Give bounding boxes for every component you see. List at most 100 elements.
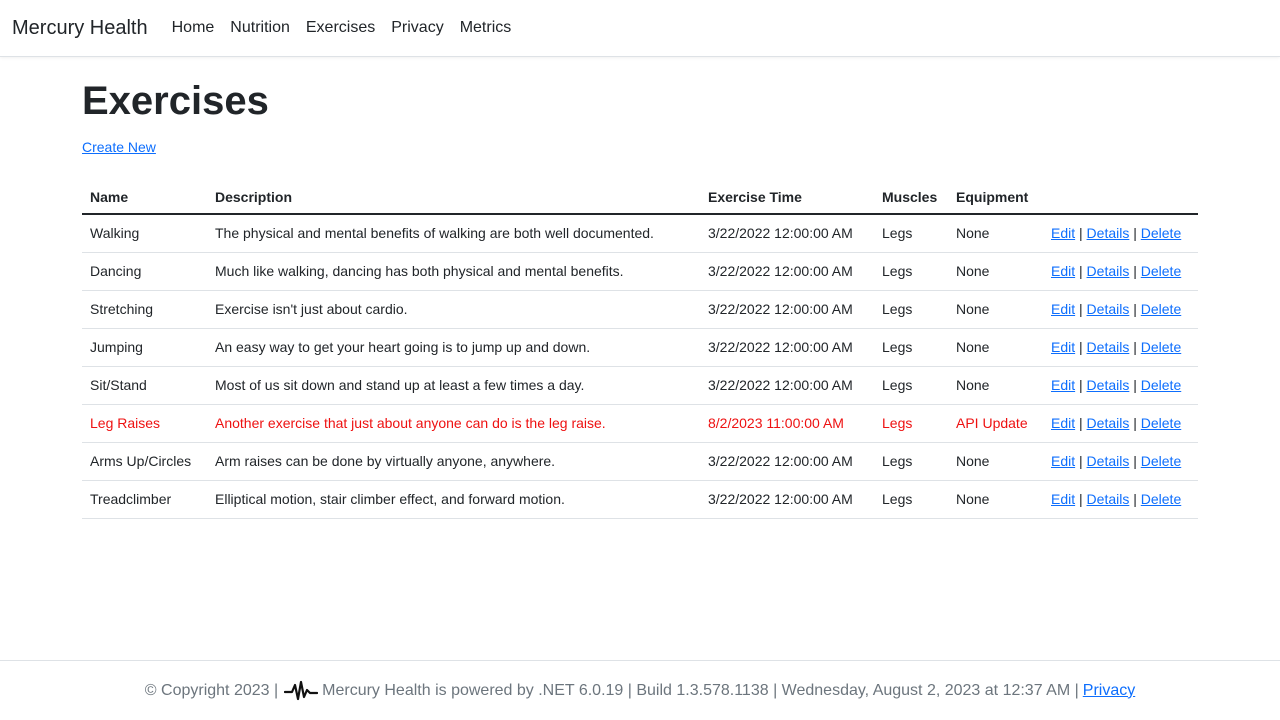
- delete-link[interactable]: Delete: [1141, 225, 1181, 241]
- nav-link-metrics[interactable]: Metrics: [460, 19, 512, 37]
- delete-link[interactable]: Delete: [1141, 263, 1181, 279]
- cell-exercise-time: 3/22/2022 12:00:00 AM: [700, 328, 874, 367]
- cell-equipment: None: [948, 480, 1043, 519]
- action-separator: |: [1079, 491, 1083, 507]
- cell-equipment: None: [948, 252, 1043, 291]
- table-header: Name Description Exercise Time Muscles E…: [82, 181, 1198, 215]
- cell-muscles: Legs: [874, 480, 948, 519]
- cell-muscles: Legs: [874, 328, 948, 367]
- action-separator: |: [1133, 225, 1137, 242]
- footer: © Copyright 2023 | Mercury Health is pow…: [0, 660, 1280, 720]
- nav-link-exercises[interactable]: Exercises: [306, 19, 375, 37]
- details-link[interactable]: Details: [1087, 415, 1130, 431]
- cell-name: Treadclimber: [82, 480, 207, 519]
- cell-exercise-time: 8/2/2023 11:00:00 AM: [700, 404, 874, 443]
- cell-muscles: Legs: [874, 214, 948, 253]
- table-row: Sit/Stand Most of us sit down and stand u…: [82, 366, 1198, 405]
- delete-link[interactable]: Delete: [1141, 301, 1181, 317]
- top-navbar: Mercury Health Home Nutrition Exercises …: [0, 0, 1280, 57]
- cell-muscles: Legs: [874, 404, 948, 443]
- table-row: Leg Raises Another exercise that just abo…: [82, 404, 1198, 443]
- delete-link[interactable]: Delete: [1141, 377, 1181, 393]
- action-separator: |: [1133, 339, 1137, 355]
- cell-equipment: None: [948, 214, 1043, 253]
- footer-privacy-link[interactable]: Privacy: [1083, 682, 1135, 700]
- edit-link[interactable]: Edit: [1051, 339, 1075, 355]
- create-new-link[interactable]: Create New: [82, 139, 156, 155]
- edit-link[interactable]: Edit: [1051, 301, 1075, 317]
- details-link[interactable]: Details: [1087, 339, 1130, 355]
- action-separator: |: [1133, 263, 1137, 279]
- nav-link-privacy[interactable]: Privacy: [391, 19, 443, 37]
- edit-link[interactable]: Edit: [1051, 377, 1075, 393]
- action-separator: |: [1079, 415, 1083, 431]
- delete-link[interactable]: Delete: [1141, 453, 1181, 469]
- action-separator: |: [1079, 339, 1083, 355]
- cell-description: Elliptical motion, stair climber effect,…: [207, 480, 700, 519]
- cell-name: Arms Up/Circles: [82, 442, 207, 481]
- action-separator: |: [1079, 301, 1083, 317]
- details-link[interactable]: Details: [1087, 453, 1130, 469]
- column-header-name: Name: [82, 181, 207, 215]
- cell-muscles: Legs: [874, 290, 948, 329]
- cell-description: Exercise isn't just about cardio.: [207, 290, 700, 329]
- cell-description: Another exercise that just about anyone …: [207, 404, 700, 443]
- cell-description: Most of us sit down and stand up at leas…: [207, 366, 700, 405]
- exercises-table: Name Description Exercise Time Muscles E…: [82, 181, 1198, 519]
- cell-actions: Edit | Details | Delete: [1043, 366, 1198, 405]
- brand-link[interactable]: Mercury Health: [12, 17, 148, 40]
- nav-link-nutrition[interactable]: Nutrition: [230, 19, 290, 37]
- edit-link[interactable]: Edit: [1051, 263, 1075, 279]
- nav-link-home[interactable]: Home: [172, 19, 215, 37]
- heartbeat-pulse-icon: [284, 680, 319, 700]
- cell-actions: Edit | Details | Delete: [1043, 328, 1198, 367]
- edit-link[interactable]: Edit: [1051, 225, 1075, 241]
- column-header-equipment: Equipment: [948, 181, 1043, 215]
- delete-link[interactable]: Delete: [1141, 491, 1181, 507]
- cell-actions: Edit | Details | Delete: [1043, 404, 1198, 443]
- cell-exercise-time: 3/22/2022 12:00:00 AM: [700, 214, 874, 253]
- cell-actions: Edit | Details | Delete: [1043, 214, 1198, 253]
- page-title: Exercises: [82, 79, 269, 123]
- cell-actions: Edit | Details | Delete: [1043, 480, 1198, 519]
- footer-text: Mercury Health is powered by .NET 6.0.19…: [322, 681, 1079, 699]
- cell-name: Walking: [82, 214, 207, 253]
- cell-equipment: API Update: [948, 404, 1043, 443]
- details-link[interactable]: Details: [1087, 301, 1130, 317]
- delete-link[interactable]: Delete: [1141, 415, 1181, 431]
- details-link[interactable]: Details: [1087, 263, 1130, 279]
- cell-description: Arm raises can be done by virtually anyo…: [207, 442, 700, 481]
- cell-actions: Edit | Details | Delete: [1043, 290, 1198, 329]
- action-separator: |: [1133, 453, 1137, 469]
- delete-link[interactable]: Delete: [1141, 339, 1181, 355]
- table-row: Jumping An easy way to get your heart goi…: [82, 328, 1198, 367]
- action-separator: |: [1133, 301, 1137, 317]
- cell-exercise-time: 3/22/2022 12:00:00 AM: [700, 442, 874, 481]
- edit-link[interactable]: Edit: [1051, 453, 1075, 469]
- action-separator: |: [1079, 377, 1083, 393]
- cell-exercise-time: 3/22/2022 12:00:00 AM: [700, 252, 874, 291]
- table-row: Walking The physical and mental benefits …: [82, 214, 1198, 253]
- cell-equipment: None: [948, 442, 1043, 481]
- details-link[interactable]: Details: [1087, 377, 1130, 393]
- edit-link[interactable]: Edit: [1051, 491, 1075, 507]
- action-separator: |: [1079, 263, 1083, 279]
- cell-exercise-time: 3/22/2022 12:00:00 AM: [700, 366, 874, 405]
- cell-name: Leg Raises: [82, 404, 207, 443]
- action-separator: |: [1079, 225, 1083, 242]
- details-link[interactable]: Details: [1087, 491, 1130, 507]
- cell-muscles: Legs: [874, 252, 948, 291]
- cell-name: Jumping: [82, 328, 207, 367]
- cell-exercise-time: 3/22/2022 12:00:00 AM: [700, 480, 874, 519]
- cell-name: Dancing: [82, 252, 207, 291]
- cell-name: Stretching: [82, 290, 207, 329]
- action-separator: |: [1133, 415, 1137, 431]
- header-row: Name Description Exercise Time Muscles E…: [82, 181, 1198, 215]
- table-row: Stretching Exercise isn't just about card…: [82, 290, 1198, 329]
- cell-equipment: None: [948, 328, 1043, 367]
- details-link[interactable]: Details: [1087, 225, 1130, 241]
- edit-link[interactable]: Edit: [1051, 415, 1075, 431]
- column-header-exercise-time: Exercise Time: [700, 181, 874, 215]
- cell-exercise-time: 3/22/2022 12:00:00 AM: [700, 290, 874, 329]
- table-row: Arms Up/Circles Arm raises can be done by…: [82, 442, 1198, 481]
